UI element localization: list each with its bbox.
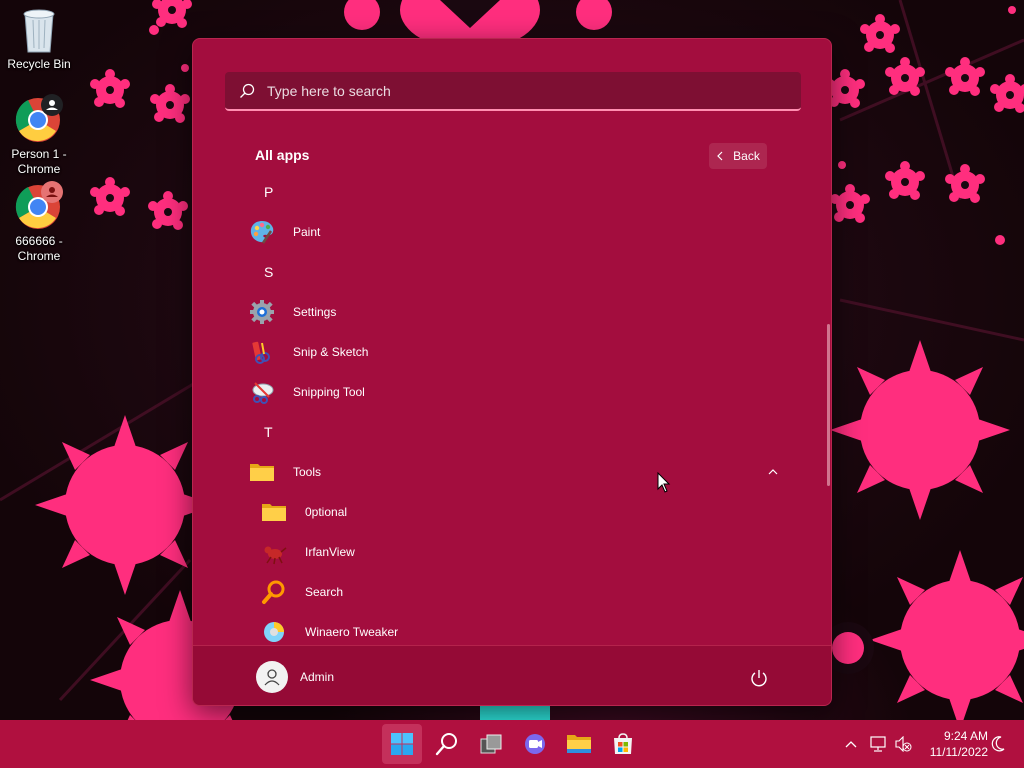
app-item-paint[interactable]: Paint <box>249 214 779 250</box>
search-icon <box>261 579 287 605</box>
chevron-left-icon <box>717 151 723 161</box>
power-icon[interactable] <box>749 668 769 688</box>
app-name: Tools <box>293 465 322 479</box>
app-name: Search <box>305 585 344 599</box>
snipping-tool-icon <box>249 379 275 405</box>
folder-icon <box>249 459 275 485</box>
desktop-icon-label: 666666 - Chrome <box>15 234 63 263</box>
letter-header-t[interactable]: T <box>264 424 273 440</box>
irfanview-icon <box>261 539 287 565</box>
letter-header-p[interactable]: P <box>264 184 273 200</box>
app-item-search[interactable]: Search <box>261 574 779 610</box>
user-account-button[interactable]: Admin <box>256 660 334 694</box>
app-name: Snipping Tool <box>293 385 365 399</box>
task-view-icon <box>480 734 502 754</box>
taskbar: 9:24 AM 11/11/2022 <box>0 720 1024 768</box>
chrome-icon <box>15 181 63 229</box>
chevron-up-icon[interactable] <box>844 738 858 750</box>
desktop-icon-person1-chrome[interactable]: Person 1 - Chrome <box>1 94 77 177</box>
search-icon <box>435 733 457 756</box>
start-button[interactable] <box>382 724 422 764</box>
app-name: Winaero Tweaker <box>305 625 399 639</box>
all-apps-title: All apps <box>255 147 310 163</box>
store-icon <box>614 733 632 754</box>
app-item-snip-sketch[interactable]: Snip & Sketch <box>249 334 779 370</box>
desktop-icon-label: Recycle Bin <box>7 57 71 71</box>
app-name: Snip & Sketch <box>293 345 369 359</box>
gear-icon <box>249 299 275 325</box>
app-name: IrfanView <box>305 545 355 559</box>
snip-sketch-icon <box>249 339 275 365</box>
file-explorer-button[interactable] <box>559 724 599 764</box>
search-input[interactable] <box>267 82 747 99</box>
app-folder-optional[interactable]: 0ptional <box>261 494 779 530</box>
start-search-box[interactable] <box>225 72 801 111</box>
volume-muted-icon[interactable] <box>894 736 912 752</box>
clock-time: 9:24 AM <box>943 729 988 743</box>
app-item-settings[interactable]: Settings <box>249 294 779 330</box>
desktop-icon-recycle-bin[interactable]: Recycle Bin <box>1 6 77 72</box>
user-name: Admin <box>300 670 335 684</box>
chat-icon <box>525 734 545 754</box>
paint-icon <box>249 219 275 245</box>
start-menu: All apps Back P Paint S <box>192 38 832 706</box>
desktop-icon-label: Person 1 - Chrome <box>11 147 67 176</box>
app-name: Settings <box>293 305 337 319</box>
recycle-bin-icon <box>23 9 55 53</box>
chat-button[interactable] <box>515 724 555 764</box>
back-button[interactable]: Back <box>709 143 767 169</box>
clock[interactable]: 9:24 AM 11/11/2022 <box>918 728 988 760</box>
all-apps-list: P Paint S Settings Snip & Sketch Snippin… <box>193 173 825 645</box>
folder-icon <box>261 499 287 525</box>
app-item-winaero-tweaker[interactable]: Winaero Tweaker <box>261 614 779 645</box>
user-icon <box>256 661 288 693</box>
letter-header-s[interactable]: S <box>264 264 273 280</box>
network-icon[interactable] <box>869 736 887 752</box>
search-icon <box>240 83 255 98</box>
app-item-snipping-tool[interactable]: Snipping Tool <box>249 374 779 410</box>
task-view-button[interactable] <box>471 724 511 764</box>
moon-icon[interactable] <box>990 735 1006 753</box>
mouse-cursor-icon <box>657 472 671 493</box>
app-name: 0ptional <box>305 505 348 519</box>
store-button[interactable] <box>603 724 643 764</box>
chrome-icon <box>15 94 63 142</box>
file-explorer-icon <box>567 735 591 753</box>
app-name: Paint <box>293 225 321 239</box>
back-label: Back <box>733 149 760 163</box>
chevron-up-icon[interactable] <box>767 466 779 478</box>
taskbar-search-button[interactable] <box>427 724 467 764</box>
scrollbar[interactable] <box>827 324 830 486</box>
desktop-icon-666666-chrome[interactable]: 666666 - Chrome <box>1 181 77 264</box>
app-item-irfanview[interactable]: IrfanView <box>261 534 779 570</box>
app-folder-tools[interactable]: Tools <box>249 454 779 490</box>
windows-start-icon <box>391 733 413 755</box>
winaero-icon <box>261 619 287 645</box>
start-footer: Admin <box>193 645 831 705</box>
clock-date: 11/11/2022 <box>929 745 988 759</box>
